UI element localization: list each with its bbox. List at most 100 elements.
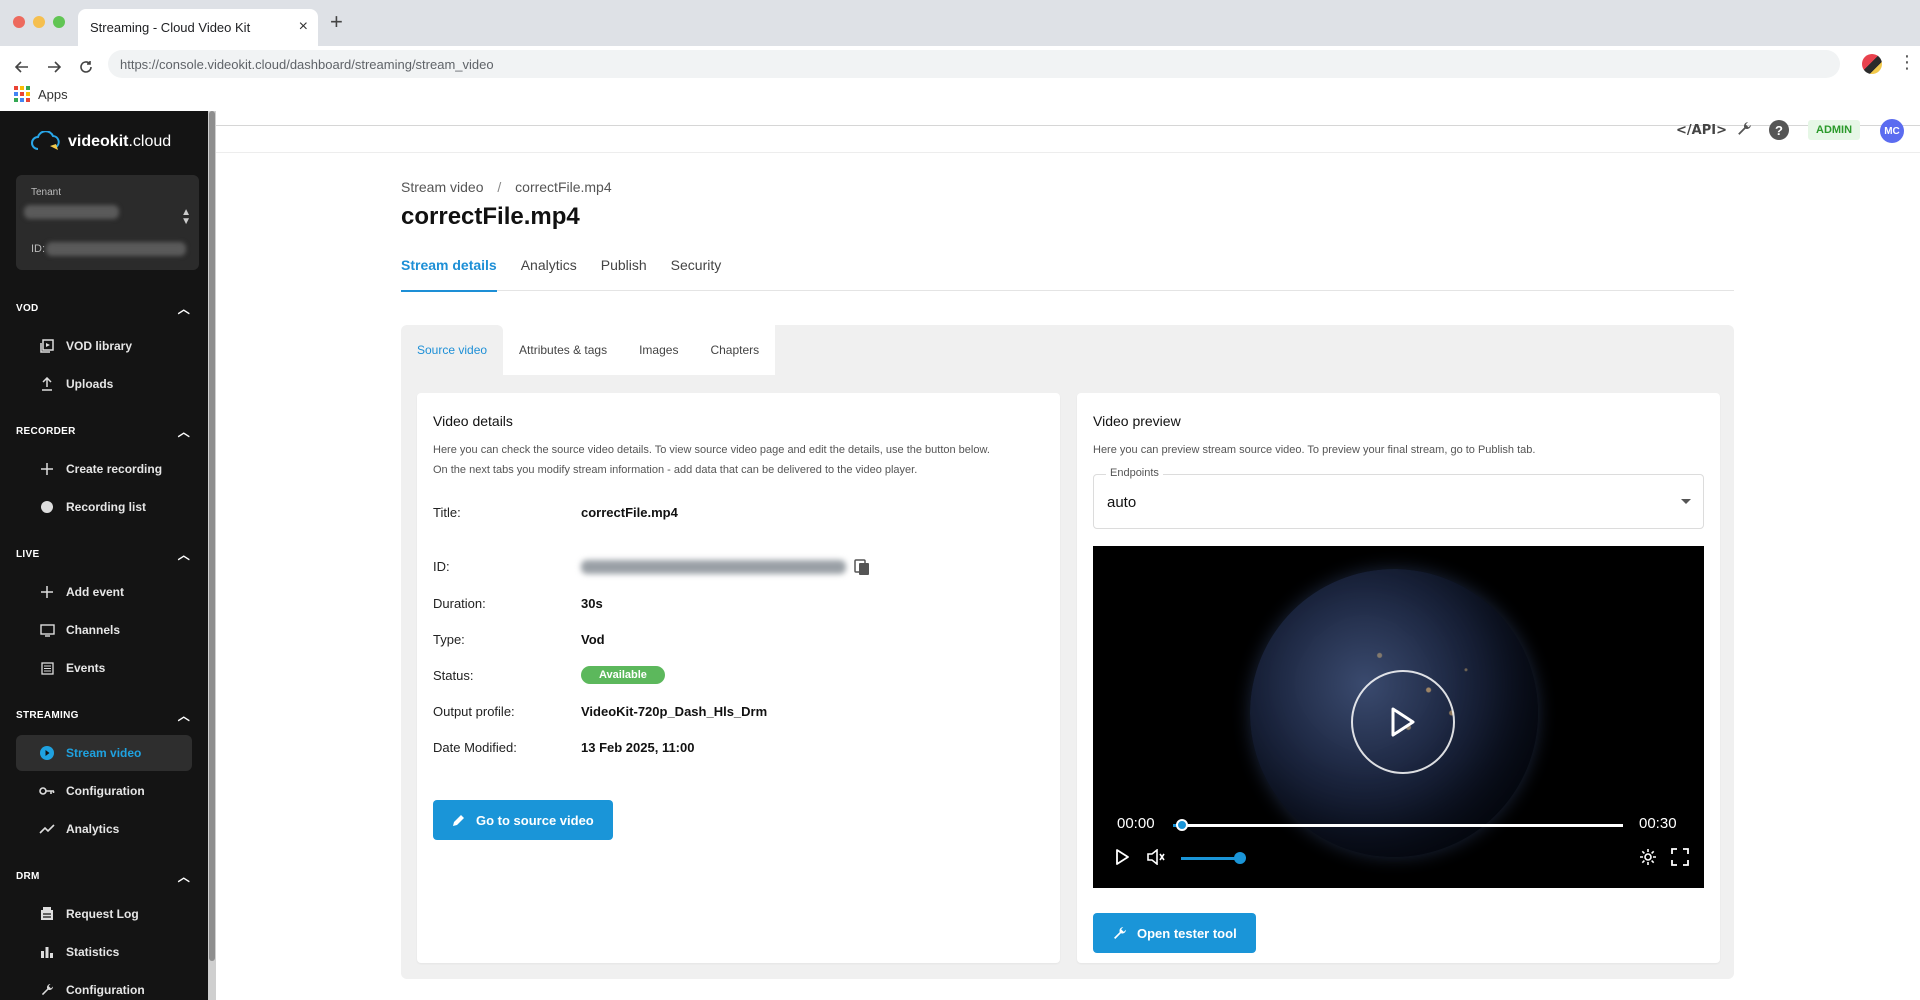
tab-analytics[interactable]: Analytics [521, 257, 577, 291]
sidebar-item-label: Channels [66, 623, 121, 637]
sidebar-item-stream-video[interactable]: Stream video [16, 735, 192, 771]
settings-button[interactable] [1639, 848, 1657, 866]
subtab-attributes-tags[interactable]: Attributes & tags [503, 325, 623, 375]
volume-slider-handle[interactable] [1234, 852, 1246, 864]
duration-time: 00:30 [1639, 815, 1677, 832]
browser-menu-icon[interactable]: ⋮ [1898, 52, 1916, 73]
logo[interactable]: videokit .cloud [30, 131, 171, 153]
sidebar-item-label: Configuration [66, 784, 145, 798]
tools-wrench-icon[interactable] [1736, 121, 1752, 142]
section-title: LIVE [16, 548, 40, 560]
forward-button[interactable] [40, 53, 68, 81]
sidebar-section-live: LIVE ︿ Add event Channels Events [0, 544, 208, 688]
sidebar-item-create-recording[interactable]: Create recording [16, 451, 192, 487]
go-to-source-video-button[interactable]: Go to source video [433, 800, 613, 840]
chevron-up-icon[interactable]: ︿ [178, 300, 190, 317]
section-header-live[interactable]: LIVE ︿ [0, 544, 208, 564]
address-bar[interactable]: https://console.videokit.cloud/dashboard… [108, 50, 1840, 78]
sidebar-section-vod: VOD ︿ VOD library Uploads [0, 298, 208, 404]
detail-row-output-profile: Output profile: VideoKit-720p_Dash_Hls_D… [433, 704, 767, 719]
api-docs-icon[interactable]: </API> [1676, 123, 1727, 138]
tab-security[interactable]: Security [671, 257, 722, 291]
detail-row-status: Status: Available [433, 666, 665, 684]
sidebar-item-statistics[interactable]: Statistics [16, 934, 192, 970]
subtab-chapters[interactable]: Chapters [694, 325, 775, 375]
volume-slider[interactable] [1181, 852, 1246, 864]
section-title: VOD [16, 302, 39, 314]
endpoints-label: Endpoints [1106, 467, 1163, 479]
open-tester-tool-button[interactable]: Open tester tool [1093, 913, 1256, 953]
sidebar-item-uploads[interactable]: Uploads [16, 366, 192, 402]
subtab-source-video[interactable]: Source video [401, 325, 504, 375]
tab-publish[interactable]: Publish [601, 257, 647, 291]
detail-row-type: Type: Vod [433, 632, 605, 647]
sidebar-item-label: Add event [66, 585, 125, 599]
maximize-window-button[interactable] [53, 16, 65, 28]
detail-label: Duration: [433, 596, 486, 611]
detail-row-duration: Duration: 30s [433, 596, 603, 611]
tab-close-icon[interactable]: × [299, 18, 308, 36]
play-pause-button[interactable] [1115, 849, 1129, 865]
fullscreen-icon [1671, 848, 1689, 866]
sidebar-item-label: Request Log [66, 907, 139, 921]
fullscreen-button[interactable] [1671, 848, 1689, 866]
logo-text-rest: .cloud [128, 133, 172, 150]
plus-icon [38, 463, 56, 475]
endpoints-select[interactable]: Endpoints auto [1093, 467, 1704, 529]
section-header-streaming[interactable]: STREAMING ︿ [0, 705, 208, 725]
section-header-drm[interactable]: DRM ︿ [0, 866, 208, 886]
chevron-up-icon[interactable]: ︿ [178, 707, 190, 724]
mute-button[interactable] [1147, 849, 1167, 865]
sidebar-item-events[interactable]: Events [16, 650, 192, 686]
back-arrow-icon [15, 61, 28, 73]
sidebar-item-analytics[interactable]: Analytics [16, 811, 192, 847]
subtab-images[interactable]: Images [623, 325, 694, 375]
description-line-1: Here you can check the source video deta… [433, 444, 990, 456]
detail-row-title: Title: correctFile.mp4 [433, 505, 678, 520]
browser-profile-avatar[interactable] [1862, 54, 1882, 74]
current-time: 00:00 [1117, 815, 1155, 832]
browser-tab[interactable]: Streaming - Cloud Video Kit × [78, 9, 318, 46]
reload-button[interactable] [72, 53, 100, 81]
wrench-icon [1112, 926, 1127, 941]
back-button[interactable] [8, 53, 36, 81]
breadcrumb-link-stream-video[interactable]: Stream video [401, 179, 483, 195]
sidebar-item-request-log[interactable]: Request Log [16, 896, 192, 932]
record-icon [38, 501, 56, 513]
tenant-selector[interactable]: Tenant ID: ▲ ▼ [16, 175, 199, 270]
minimize-window-button[interactable] [33, 16, 45, 28]
new-tab-button[interactable]: + [330, 11, 343, 33]
chevron-up-down-icon[interactable]: ▲ ▼ [181, 208, 191, 227]
bookmark-apps-label: Apps [38, 86, 68, 102]
sidebar-item-drm-configuration[interactable]: Configuration [16, 972, 192, 1000]
sidebar-item-add-event[interactable]: Add event [16, 574, 192, 610]
close-window-button[interactable] [13, 16, 25, 28]
seek-bar-handle[interactable] [1176, 819, 1188, 831]
seek-bar[interactable] [1173, 819, 1623, 831]
tenant-value-redacted [24, 205, 119, 219]
sidebar-item-recording-list[interactable]: Recording list [16, 489, 192, 525]
sidebar-scrollbar[interactable] [208, 111, 216, 1000]
sidebar-item-label: Recording list [66, 500, 147, 514]
sidebar-item-configuration[interactable]: Configuration [16, 773, 192, 809]
sidebar-item-vod-library[interactable]: VOD library [16, 328, 192, 364]
sidebar-item-label: Analytics [66, 822, 120, 836]
sidebar-item-label: Events [66, 661, 106, 675]
section-header-recorder[interactable]: RECORDER ︿ [0, 421, 208, 441]
bookmark-apps[interactable]: Apps [14, 86, 68, 102]
sub-tabs: Source video Attributes & tags Images Ch… [401, 325, 776, 375]
detail-label: Title: [433, 505, 461, 520]
sidebar-section-drm: DRM ︿ Request Log Statistics Configurati… [0, 866, 208, 1000]
section-header-vod[interactable]: VOD ︿ [0, 298, 208, 318]
copy-icon[interactable] [854, 559, 870, 579]
help-icon[interactable]: ? [1769, 120, 1789, 140]
big-play-button[interactable] [1351, 670, 1455, 774]
tab-stream-details[interactable]: Stream details [401, 257, 497, 292]
chevron-up-icon[interactable]: ︿ [178, 868, 190, 885]
chevron-up-icon[interactable]: ︿ [178, 546, 190, 563]
tenant-id-label: ID: [31, 243, 46, 255]
user-avatar[interactable]: MC [1880, 119, 1904, 143]
video-player[interactable]: 00:00 00:30 [1093, 546, 1704, 888]
sidebar-item-channels[interactable]: Channels [16, 612, 192, 648]
chevron-up-icon[interactable]: ︿ [178, 423, 190, 440]
